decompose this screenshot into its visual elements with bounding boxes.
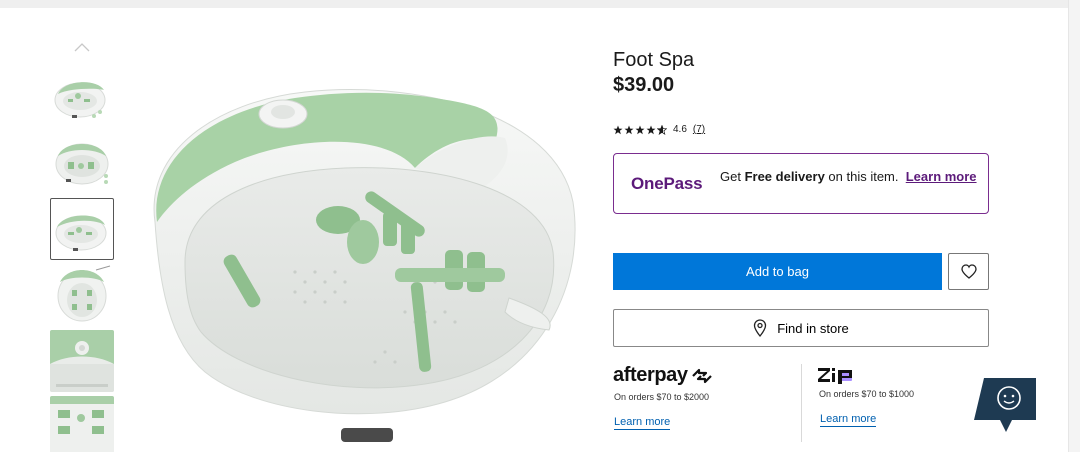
thumbnail-6[interactable] bbox=[50, 396, 114, 452]
afterpay-logo: afterpay bbox=[613, 364, 713, 387]
rating-value: 4.6 bbox=[673, 124, 687, 135]
scrollbar-track[interactable] bbox=[1068, 0, 1080, 452]
product-rating[interactable]: 4.6 (7) bbox=[613, 124, 705, 135]
star-half-icon bbox=[657, 124, 667, 135]
zip-note: On orders $70 to $1000 bbox=[819, 389, 915, 399]
find-in-store-label: Find in store bbox=[777, 320, 849, 336]
afterpay-note: On orders $70 to $2000 bbox=[614, 392, 710, 402]
onepass-text-post: on this item. bbox=[824, 169, 899, 184]
onepass-learn-more-link[interactable]: Learn more bbox=[906, 169, 977, 184]
thumbnail-2[interactable] bbox=[50, 132, 114, 194]
afterpay-learn-more-link[interactable]: Learn more bbox=[614, 416, 671, 430]
find-in-store-button[interactable]: Find in store bbox=[613, 309, 989, 347]
location-pin-icon bbox=[754, 319, 767, 337]
star-icon bbox=[613, 125, 623, 134]
afterpay-arrows-icon bbox=[691, 368, 712, 383]
product-main-image[interactable] bbox=[145, 72, 585, 452]
chevron-up-icon[interactable] bbox=[74, 42, 90, 52]
star-icon bbox=[635, 125, 645, 134]
add-to-bag-button[interactable]: Add to bag bbox=[613, 253, 942, 290]
onepass-logo: OnePass bbox=[631, 174, 703, 193]
heart-icon bbox=[960, 264, 977, 279]
chat-widget-button[interactable] bbox=[972, 376, 1038, 434]
zip-learn-more-link[interactable]: Learn more bbox=[820, 413, 877, 427]
product-price: $39.00 bbox=[613, 74, 675, 96]
thumbnail-1[interactable] bbox=[50, 66, 114, 128]
product-title: Foot Spa bbox=[613, 49, 695, 71]
thumbnail-4[interactable] bbox=[50, 264, 114, 326]
payment-divider bbox=[801, 364, 802, 442]
thumbnail-gallery bbox=[49, 36, 115, 452]
browser-top-strip bbox=[0, 0, 1080, 8]
star-icon bbox=[646, 125, 656, 134]
onepass-banner: OnePass Get Free delivery on this item. … bbox=[613, 153, 989, 214]
onepass-text-pre: Get bbox=[720, 169, 745, 184]
rating-stars bbox=[613, 124, 667, 135]
afterpay-logo-text: afterpay bbox=[613, 364, 688, 386]
onepass-text-bold: Free delivery bbox=[744, 169, 825, 184]
star-icon bbox=[624, 125, 634, 134]
wishlist-button[interactable] bbox=[948, 253, 989, 290]
zip-logo bbox=[818, 368, 852, 384]
thumbnail-5[interactable] bbox=[50, 330, 114, 392]
onepass-message: Get Free delivery on this item. Learn mo… bbox=[720, 170, 980, 183]
rating-count-link[interactable]: (7) bbox=[693, 124, 705, 135]
thumbnail-3-selected[interactable] bbox=[50, 198, 114, 260]
